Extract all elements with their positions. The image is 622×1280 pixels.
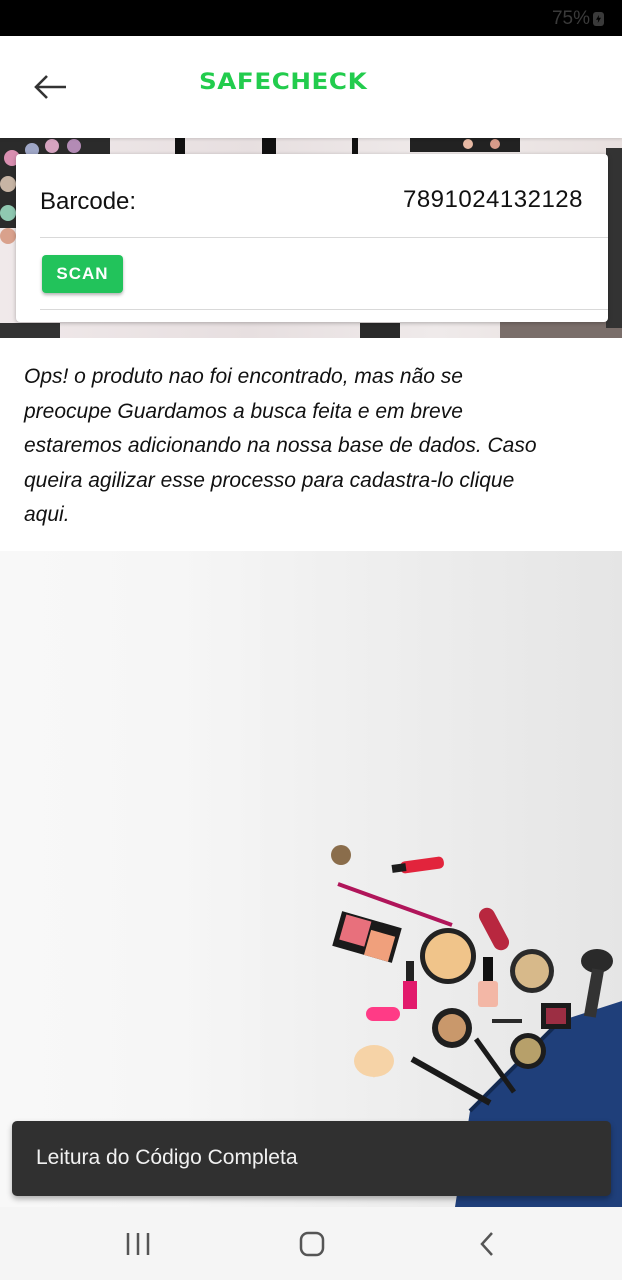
recent-apps-icon — [126, 1233, 150, 1255]
charging-battery-icon — [593, 12, 604, 26]
back-icon — [480, 1232, 493, 1256]
system-back-button[interactable] — [458, 1225, 518, 1263]
not-found-message: Ops! o produto nao foi encontrado, mas n… — [24, 360, 544, 533]
snackbar: Leitura do Código Completa — [12, 1121, 611, 1196]
system-nav-bar — [0, 1207, 622, 1280]
snackbar-text: Leitura do Código Completa — [36, 1146, 298, 1169]
brand-logo: SAFECHECK — [199, 70, 368, 95]
app-bar: SAFECHECK — [0, 36, 622, 138]
recent-apps-button[interactable] — [108, 1225, 168, 1263]
barcode-value: 7891024132128 — [402, 186, 583, 213]
makeup-illustration — [0, 551, 622, 1207]
divider — [40, 309, 608, 310]
cosmetics-art — [331, 845, 622, 1207]
barcode-label: Barcode: — [40, 188, 137, 215]
scan-button[interactable]: SCAN — [42, 255, 123, 293]
status-bar: 75% — [0, 0, 622, 36]
battery-percentage: 75% — [551, 8, 590, 29]
arrow-left-icon — [34, 75, 66, 99]
barcode-card: Barcode: 7891024132128 SCAN — [16, 154, 608, 322]
home-button[interactable] — [282, 1225, 342, 1263]
back-button[interactable] — [28, 68, 74, 106]
home-icon — [299, 1231, 325, 1257]
divider — [40, 237, 608, 238]
